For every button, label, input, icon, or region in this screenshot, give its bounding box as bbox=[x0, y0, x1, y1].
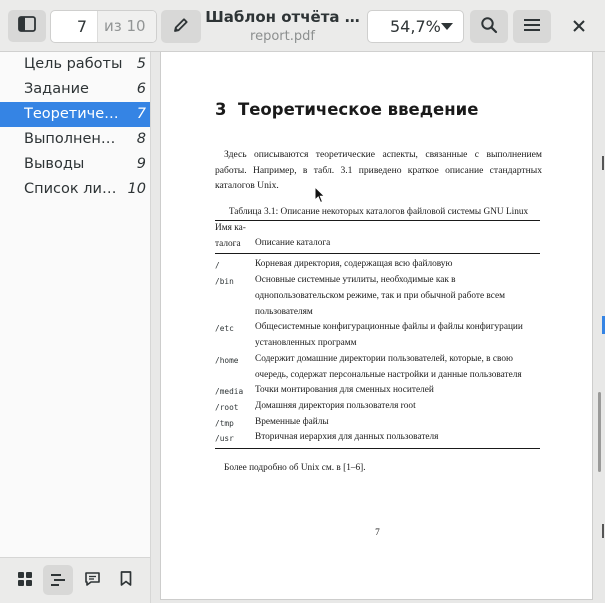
header-bar: 7 из 10 Шаблон отчёта … report.pdf 54,7% bbox=[0, 0, 605, 52]
table-cell-desc: Вторичная иерархия для данных пользовате… bbox=[255, 432, 439, 442]
page-total-label: из 10 bbox=[97, 11, 156, 42]
outline-item[interactable]: Список литературы 10 bbox=[0, 177, 150, 202]
outline-item[interactable]: Цель работы 5 bbox=[0, 52, 150, 77]
table-header-rule bbox=[215, 253, 540, 254]
outline-item-page: 9 bbox=[136, 156, 146, 172]
zoom-level: 54,7% bbox=[390, 17, 441, 36]
thumbnails-tab[interactable] bbox=[10, 565, 40, 595]
outline-item-label: Выполнение лабораторной работы bbox=[24, 131, 124, 147]
sidebar-toggle-button[interactable] bbox=[8, 10, 46, 42]
table-cell-dir: /bin bbox=[215, 277, 234, 286]
adjacent-page-edge bbox=[602, 156, 604, 170]
main-menu-button[interactable] bbox=[513, 10, 551, 43]
bookmarks-tab[interactable] bbox=[111, 565, 141, 595]
after-table-text: Более подробно об Unix см. в [1–6]. bbox=[224, 463, 366, 473]
table-cell-desc: Корневая директория, содержащая всю файл… bbox=[255, 259, 453, 269]
page-number-input[interactable]: 7 bbox=[51, 11, 97, 42]
table-bottom-rule bbox=[215, 448, 540, 449]
pdf-page: 3 Теоретическое введение Здесь описывают… bbox=[160, 52, 593, 600]
outline-tab[interactable] bbox=[43, 565, 73, 595]
search-icon bbox=[480, 16, 498, 38]
annotate-button[interactable] bbox=[161, 10, 201, 43]
table-cell-dir: / bbox=[215, 261, 220, 270]
table-header-col1-line2: талога bbox=[215, 238, 241, 249]
adjacent-page-edge bbox=[602, 524, 604, 538]
outline-item-page: 7 bbox=[136, 106, 146, 122]
document-view[interactable]: 3 Теоретическое введение Здесь описывают… bbox=[151, 52, 605, 603]
outline-item-page: 6 bbox=[136, 81, 146, 97]
table-cell-desc: Точки монтирования для сменных носителей bbox=[255, 385, 434, 395]
table-cell-desc: Общесистемные конфигурационные файлы и ф… bbox=[255, 322, 523, 348]
annotations-tab[interactable] bbox=[77, 565, 107, 595]
page-footer-number: 7 bbox=[375, 528, 380, 538]
search-button[interactable] bbox=[470, 10, 508, 43]
sidebar-tab-bar bbox=[0, 557, 150, 603]
document-title-block: Шаблон отчёта … report.pdf bbox=[205, 8, 360, 44]
outline-item-label: Задание bbox=[24, 81, 89, 97]
outline-item[interactable]: Выполнение лабораторной работы 8 bbox=[0, 127, 150, 152]
table-header-col1-line1: Имя ка- bbox=[215, 223, 246, 233]
pencil-icon bbox=[172, 16, 190, 38]
table-cell-desc: Временные файлы bbox=[255, 417, 329, 427]
table-caption: Таблица 3.1: Описание некоторых каталого… bbox=[228, 207, 529, 217]
outline-item-page: 5 bbox=[136, 56, 146, 72]
table-cell-dir: /usr bbox=[215, 434, 234, 443]
outline-sidebar: Цель работы 5 Задание 6 Теоретическое вв… bbox=[0, 52, 151, 603]
outline-item-label: Список литературы bbox=[24, 181, 124, 197]
zoom-selector[interactable]: 54,7% bbox=[367, 10, 464, 43]
outline-list-icon bbox=[51, 571, 65, 590]
table-cell-dir: /home bbox=[215, 356, 239, 365]
sidebar-icon bbox=[18, 16, 36, 36]
outline-item-label: Выводы bbox=[24, 156, 85, 172]
document-filename: report.pdf bbox=[250, 29, 315, 44]
body-paragraph: Здесь описываются теоретические аспекты,… bbox=[215, 149, 542, 191]
table-cell-desc: Содержит домашние директории пользовател… bbox=[255, 354, 522, 380]
outline-item-page: 10 bbox=[127, 181, 146, 197]
bookmark-icon bbox=[120, 570, 132, 590]
table-header-col2: Описание каталога bbox=[255, 238, 331, 248]
close-window-button[interactable] bbox=[560, 10, 598, 43]
outline-item-page: 8 bbox=[136, 131, 146, 147]
table-cell-dir: /media bbox=[215, 387, 244, 396]
outline-item-label: Теоретическое введение bbox=[24, 106, 124, 122]
grid-icon bbox=[18, 571, 32, 590]
outline-item-selected[interactable]: Теоретическое введение 7 bbox=[0, 102, 150, 127]
chevron-down-icon bbox=[441, 23, 453, 30]
page-selector: 7 из 10 bbox=[50, 10, 157, 43]
table-cell-desc: Домашняя директория пользователя root bbox=[255, 401, 416, 411]
outline-item-label: Цель работы bbox=[24, 56, 123, 72]
hamburger-menu-icon bbox=[524, 17, 540, 36]
table-header-col1: Имя ка- талога bbox=[215, 221, 246, 252]
table-cell-desc: Основные системные утилиты, необходимые … bbox=[255, 275, 506, 317]
outline-item[interactable]: Выводы 9 bbox=[0, 152, 150, 177]
close-icon bbox=[573, 17, 585, 37]
section-number: 3 bbox=[215, 100, 227, 119]
vertical-scrollbar[interactable] bbox=[598, 392, 601, 472]
table-cell-dir: /etc bbox=[215, 324, 234, 333]
outline-item[interactable]: Задание 6 bbox=[0, 77, 150, 102]
table-top-rule bbox=[215, 220, 540, 221]
table-cell-dir: /tmp bbox=[215, 419, 234, 428]
comment-icon bbox=[84, 571, 100, 590]
table-cell-dir: /root bbox=[215, 403, 239, 412]
document-title: Шаблон отчёта … bbox=[205, 8, 360, 26]
section-title: Теоретическое введение bbox=[237, 100, 479, 119]
section-heading: 3 Теоретическое введение bbox=[215, 100, 478, 119]
mouse-cursor-icon bbox=[314, 185, 326, 208]
